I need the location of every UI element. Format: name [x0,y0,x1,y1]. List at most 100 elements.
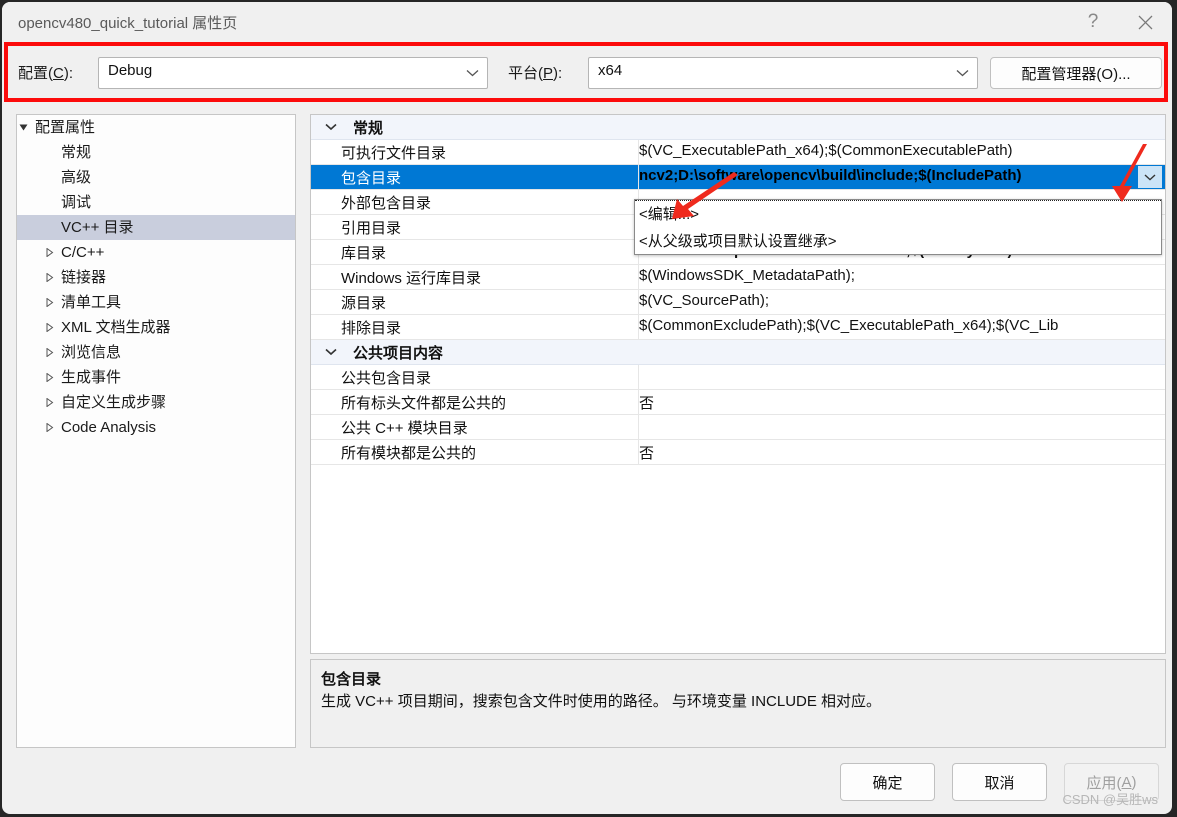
grid-row[interactable]: 公共包含目录 [311,365,1165,390]
expander-collapsed-icon[interactable] [43,390,55,415]
tree-item-label: 自定义生成步骤 [61,394,167,411]
tree-item-12[interactable]: Code Analysis [17,415,295,440]
tree-item-7[interactable]: 清单工具 [17,290,295,315]
title-bar: opencv480_quick_tutorial 属性页 ? [2,2,1172,42]
property-pages-dialog: opencv480_quick_tutorial 属性页 ? 配置(C): De… [2,2,1172,814]
chevron-down-icon [466,58,479,88]
expander-collapsed-icon[interactable] [43,315,55,340]
tree-item-label: C/C++ [61,244,105,261]
question-mark-icon: ? [1087,11,1099,32]
tree-item-0[interactable]: 配置属性 [17,115,295,140]
property-tree[interactable]: 配置属性常规高级调试 VC++ 目录 C/C++ 链接器清单工具 XML 文档生成器 浏览… [16,114,296,748]
grid-row[interactable]: Windows 运行库目录 $(WindowsSDK_MetadataPath); [311,265,1165,290]
tree-item-label: 清单工具 [61,294,122,311]
grid-row-name: 引用目录 [341,220,402,237]
ok-button[interactable]: 确定 [840,763,935,801]
close-icon [1138,15,1153,30]
watermark: CSDN @吴胜ws [1062,792,1158,807]
close-button[interactable] [1122,2,1168,42]
expander-collapsed-icon[interactable] [43,265,55,290]
cancel-button[interactable]: 取消 [952,763,1047,801]
chevron-down-icon [956,58,969,88]
grid-row-value[interactable]: 否 [639,392,1165,413]
page-title: opencv480_quick_tutorial 属性页 [18,15,238,32]
grid-row-value[interactable]: $(VC_SourcePath); [639,292,1165,309]
grid-section-header[interactable]: 常规 [311,115,1165,140]
grid-row-name: 包含目录 [341,170,402,187]
grid-column-separator [638,365,639,389]
description-pane: 包含目录 生成 VC++ 项目期间，搜索包含文件时使用的路径。 与环境变量 IN… [310,659,1166,748]
tree-item-1[interactable]: 常规 [17,140,295,165]
expander-collapsed-icon[interactable] [43,340,55,365]
grid-row[interactable]: 排除目录 $(CommonExcludePath);$(VC_Executable… [311,315,1165,340]
grid-row-name: 公共项目内容 [353,345,444,362]
expander-expanded-icon[interactable] [17,115,29,140]
grid-row-value[interactable]: $(WindowsSDK_MetadataPath); [639,267,1165,284]
grid-row-name: 排除目录 [341,320,402,337]
grid-section-header[interactable]: 公共项目内容 [311,340,1165,365]
grid-row[interactable]: 公共 C++ 模块目录 [311,415,1165,440]
tree-item-11[interactable]: 自定义生成步骤 [17,390,295,415]
chevron-down-icon[interactable] [321,115,341,139]
platform-label: 平台(P): [508,65,563,82]
tree-item-label: Code Analysis [61,419,157,436]
expander-collapsed-icon[interactable] [43,290,55,315]
description-title: 包含目录 [321,671,382,688]
tree-item-9[interactable]: 浏览信息 [17,340,295,365]
grid-row-name: Windows 运行库目录 [341,270,482,287]
tree-item-label: 生成事件 [61,369,122,386]
tree-item-label: XML 文档生成器 [61,319,171,336]
grid-row-name: 公共 C++ 模块目录 [341,420,468,437]
grid-column-separator [638,415,639,439]
tree-item-label: 调试 [61,194,92,211]
configuration-label: 配置(C): [18,65,74,82]
tree-item-10[interactable]: 生成事件 [17,365,295,390]
grid-row-name: 可执行文件目录 [341,145,447,162]
platform-value: x64 [598,62,623,79]
grid-row-name: 常规 [353,120,384,137]
grid-row-name: 外部包含目录 [341,195,432,212]
dropdown-toggle-button[interactable] [1137,165,1163,189]
tree-item-label: 常规 [61,144,92,161]
tree-item-4[interactable]: VC++ 目录 [17,215,295,240]
configuration-manager-button[interactable]: 配置管理器(O)... [990,57,1162,89]
help-button[interactable]: ? [1070,2,1116,42]
tree-item-label: 配置属性 [35,119,96,136]
tree-item-label: 高级 [61,169,92,186]
chevron-down-icon[interactable] [321,340,341,364]
expander-collapsed-icon[interactable] [43,415,55,440]
grid-row[interactable]: 所有标头文件都是公共的 否 [311,390,1165,415]
grid-row-name: 源目录 [341,295,387,312]
grid-row-value[interactable]: $(VC_ExecutablePath_x64);$(CommonExecuta… [639,142,1165,159]
property-grid[interactable]: 常规可执行文件目录 $(VC_ExecutablePath_x64);$(Comm… [310,114,1166,654]
include-dirs-dropdown-popup[interactable]: <编辑...> <从父级或项目默认设置继承> [634,199,1162,255]
tree-item-label: VC++ 目录 [61,219,134,236]
configuration-value: Debug [108,62,153,79]
expander-collapsed-icon[interactable] [43,240,55,265]
grid-row[interactable]: 源目录 $(VC_SourcePath); [311,290,1165,315]
configuration-toolbar: 配置(C): Debug 平台(P): x64 配置管理器(O)... [2,46,1172,98]
tree-item-3[interactable]: 调试 [17,190,295,215]
description-body: 生成 VC++ 项目期间，搜索包含文件时使用的路径。 与环境变量 INCLUDE… [321,693,882,710]
grid-row[interactable]: 包含目录 ncv2;D:\software\opencv\build\includ… [311,165,1165,190]
expander-collapsed-icon[interactable] [43,365,55,390]
grid-row[interactable]: 可执行文件目录 $(VC_ExecutablePath_x64);$(Common… [311,140,1165,165]
grid-row-name: 公共包含目录 [341,370,432,387]
tree-item-2[interactable]: 高级 [17,165,295,190]
configuration-select[interactable]: Debug [98,57,488,89]
tree-item-label: 浏览信息 [61,344,122,361]
grid-row-name: 所有标头文件都是公共的 [341,395,507,412]
dropdown-item-0[interactable]: <编辑...> [635,200,1161,228]
grid-row-name: 库目录 [341,245,387,262]
grid-row-value[interactable]: $(CommonExcludePath);$(VC_ExecutablePath… [639,317,1165,334]
grid-row-value[interactable]: ncv2;D:\software\opencv\build\include;$(… [639,167,1165,184]
tree-item-5[interactable]: C/C++ [17,240,295,265]
platform-select[interactable]: x64 [588,57,978,89]
dropdown-item-1[interactable]: <从父级或项目默认设置继承> [635,228,1161,255]
tree-item-6[interactable]: 链接器 [17,265,295,290]
grid-row-name: 所有模块都是公共的 [341,445,477,462]
tree-item-8[interactable]: XML 文档生成器 [17,315,295,340]
grid-row-value[interactable]: 否 [639,442,1165,463]
tree-item-label: 链接器 [61,269,107,286]
grid-row[interactable]: 所有模块都是公共的 否 [311,440,1165,465]
